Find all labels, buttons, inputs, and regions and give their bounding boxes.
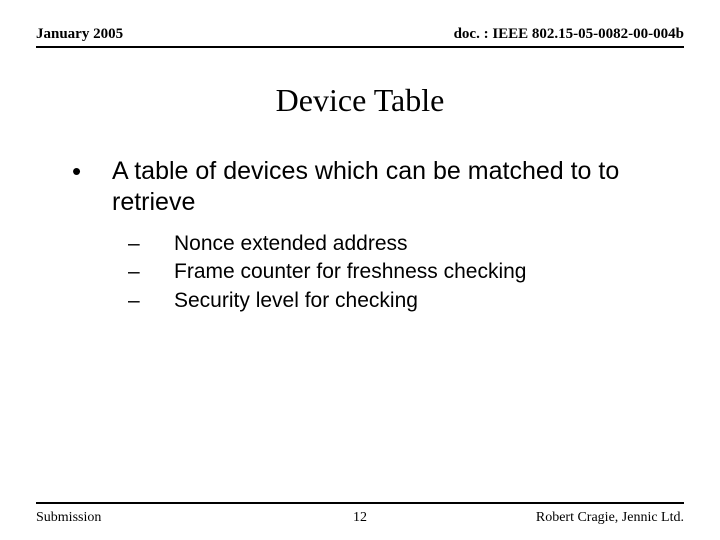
header-docref: doc. : IEEE 802.15-05-0082-00-004b: [454, 26, 684, 43]
sub-item: – Security level for checking: [128, 288, 680, 314]
footer-left: Submission: [36, 510, 101, 526]
footer-author: Robert Cragie, Jennic Ltd.: [536, 510, 684, 526]
header-rule: [36, 46, 684, 48]
content-area: • A table of devices which can be matche…: [72, 156, 680, 316]
dash-marker-icon: –: [128, 259, 174, 285]
header-date: January 2005: [36, 26, 123, 43]
sub-text: Frame counter for freshness checking: [174, 259, 527, 285]
footer: Submission 12 Robert Cragie, Jennic Ltd.: [36, 510, 684, 526]
sub-item: – Nonce extended address: [128, 231, 680, 257]
sublist: – Nonce extended address – Frame counter…: [128, 231, 680, 314]
dash-marker-icon: –: [128, 231, 174, 257]
sub-item: – Frame counter for freshness checking: [128, 259, 680, 285]
slide-title: Device Table: [0, 82, 720, 119]
footer-page-number: 12: [353, 510, 367, 526]
dash-marker-icon: –: [128, 288, 174, 314]
bullet-item: • A table of devices which can be matche…: [72, 156, 680, 217]
sub-text: Nonce extended address: [174, 231, 408, 257]
header: January 2005 doc. : IEEE 802.15-05-0082-…: [36, 26, 684, 43]
bullet-text: A table of devices which can be matched …: [112, 156, 680, 217]
bullet-marker-icon: •: [72, 156, 112, 187]
slide: January 2005 doc. : IEEE 802.15-05-0082-…: [0, 0, 720, 540]
sub-text: Security level for checking: [174, 288, 418, 314]
footer-rule: [36, 502, 684, 504]
